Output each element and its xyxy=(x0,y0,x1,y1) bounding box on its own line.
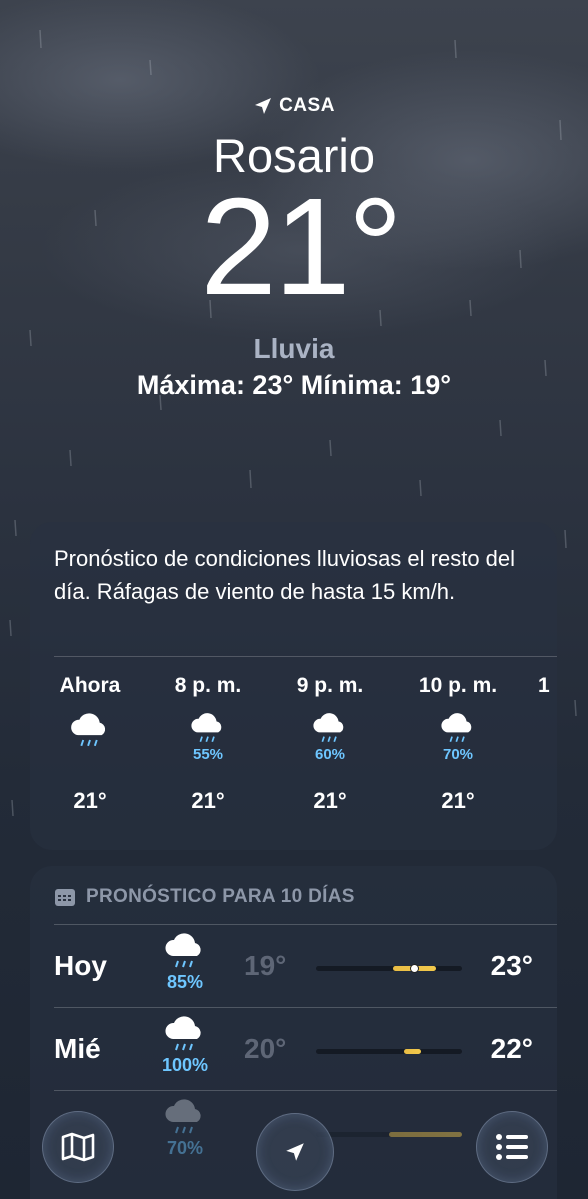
precip-chance: 85% xyxy=(166,972,204,992)
hour-label: Ahora xyxy=(59,674,121,697)
hour-item: 8 p. m. 55% 21° xyxy=(148,674,268,814)
precip-chance: 100% xyxy=(161,1055,209,1075)
hour-label: 9 p. m. xyxy=(296,674,364,697)
precip-chance: 55% xyxy=(192,746,224,763)
hour-item: 1 xyxy=(538,674,557,704)
current-location-button[interactable] xyxy=(256,1113,334,1191)
hour-temp: 21° xyxy=(313,788,347,813)
location-label: CASA xyxy=(0,95,588,117)
day-row[interactable]: Mié 100% 20° 22° xyxy=(30,1011,557,1091)
calendar-icon xyxy=(55,889,75,906)
hourly-list[interactable]: Ahora 21° 8 p. m. 55% 21° 9 p. m. 60% 21… xyxy=(30,674,557,844)
map-button[interactable] xyxy=(42,1111,114,1183)
temp-range-bar xyxy=(316,1049,462,1054)
location-arrow-icon xyxy=(286,1143,304,1161)
divider xyxy=(54,1007,557,1008)
temp-range-fill xyxy=(403,1049,422,1054)
list-icon xyxy=(496,1134,528,1160)
hour-temp: 21° xyxy=(73,788,107,813)
hour-label: 10 p. m. xyxy=(418,674,498,697)
day-name: Mié xyxy=(54,1033,101,1064)
day-name: Hoy xyxy=(54,950,107,981)
low-temp: 19° xyxy=(244,950,287,981)
ten-day-header: PRONÓSTICO PARA 10 DÍAS xyxy=(54,886,355,908)
divider xyxy=(54,924,557,925)
precip-chance: 70% xyxy=(442,746,474,763)
hour-temp: 21° xyxy=(441,788,475,813)
city-list-button[interactable] xyxy=(476,1111,548,1183)
rain-cloud-icon xyxy=(441,713,472,743)
current-temp-indicator xyxy=(409,964,419,973)
hour-item: 10 p. m. 70% 21° xyxy=(398,674,518,814)
rain-cloud-icon xyxy=(71,713,106,747)
low-temp: 20° xyxy=(244,1033,287,1064)
hourly-forecast-card[interactable]: Pronóstico de condiciones lluviosas el r… xyxy=(30,522,557,850)
high-low: Máxima: 23° Mínima: 19° xyxy=(136,370,452,400)
high-temp: 23° xyxy=(490,950,533,981)
rain-cloud-icon xyxy=(191,713,222,743)
day-row[interactable]: Hoy 85% 19° 23° xyxy=(30,928,557,1008)
rain-cloud-icon xyxy=(313,713,344,743)
hour-item: Ahora 21° xyxy=(30,674,150,814)
hour-label: 1 xyxy=(538,674,550,697)
rain-cloud-icon xyxy=(165,1016,201,1051)
bottom-toolbar xyxy=(0,1089,588,1199)
current-condition: Lluvia xyxy=(253,333,335,364)
location-label-text: CASA xyxy=(279,95,335,116)
map-icon xyxy=(61,1132,95,1162)
high-temp: 22° xyxy=(490,1033,533,1064)
hour-temp: 21° xyxy=(191,788,225,813)
hour-label: 8 p. m. xyxy=(174,674,242,697)
location-arrow-icon xyxy=(255,98,272,114)
divider xyxy=(54,656,557,657)
current-temperature: 21° xyxy=(200,170,403,324)
precip-chance: 60% xyxy=(314,746,346,763)
hour-item: 9 p. m. 60% 21° xyxy=(270,674,390,814)
forecast-summary: Pronóstico de condiciones lluviosas el r… xyxy=(54,546,516,604)
ten-day-title: PRONÓSTICO PARA 10 DÍAS xyxy=(86,886,355,907)
temp-range-bar xyxy=(316,964,462,973)
rain-cloud-icon xyxy=(165,933,201,968)
